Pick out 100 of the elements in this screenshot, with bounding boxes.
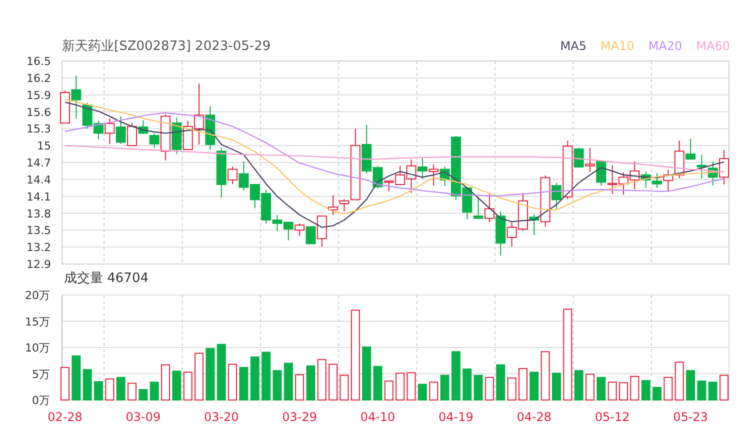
volume-bar bbox=[641, 380, 650, 400]
volume-bar bbox=[362, 346, 372, 400]
volume-bar bbox=[183, 372, 192, 400]
volume-bar bbox=[630, 376, 640, 400]
volume-bar bbox=[664, 376, 673, 400]
legend-label: MA60 bbox=[696, 39, 730, 53]
volume-bar bbox=[284, 362, 293, 400]
axis-label: 03-29 bbox=[282, 410, 317, 424]
axis-label: 15.6 bbox=[26, 106, 51, 119]
axis-label: 0万 bbox=[32, 394, 50, 407]
volume-bar bbox=[619, 382, 628, 400]
axis-label: 02-28 bbox=[48, 410, 82, 424]
candlestick bbox=[205, 106, 216, 150]
volume-bar bbox=[340, 374, 349, 400]
volume-bar bbox=[496, 364, 506, 400]
axis-label: 20万 bbox=[25, 289, 50, 302]
volume-bar bbox=[172, 370, 182, 400]
axis-label: 16.2 bbox=[26, 72, 51, 85]
axis-label: 15万 bbox=[25, 315, 50, 328]
volume-bar bbox=[552, 372, 561, 400]
volume-bar bbox=[128, 382, 137, 400]
volume-bar bbox=[82, 369, 92, 400]
axis-label: 12.9 bbox=[26, 258, 51, 270]
volume-bar bbox=[462, 368, 472, 400]
legend-label: MA10 bbox=[600, 39, 634, 53]
volume-bar bbox=[328, 364, 338, 400]
volume-bar bbox=[239, 366, 248, 400]
volume-bar bbox=[161, 364, 170, 400]
candlestick bbox=[585, 147, 595, 173]
axis-label: 15.9 bbox=[26, 88, 51, 102]
volume-bar bbox=[484, 376, 494, 400]
legend-label: MA5 bbox=[560, 39, 586, 53]
volume-bar bbox=[451, 351, 460, 400]
volume-bar bbox=[138, 389, 148, 400]
candlestick bbox=[428, 164, 439, 186]
legend-label: MA20 bbox=[648, 39, 682, 53]
volume-bar bbox=[250, 356, 260, 400]
volume-bar bbox=[216, 344, 226, 400]
volume-bar bbox=[429, 382, 438, 400]
axis-label: 15.3 bbox=[26, 122, 51, 136]
volume-bar bbox=[440, 374, 450, 400]
axis-label: 10万 bbox=[25, 342, 50, 354]
axis-label: 04-19 bbox=[438, 410, 474, 424]
axis-label: 13.2 bbox=[26, 241, 51, 254]
axis-label: 04-10 bbox=[360, 410, 396, 424]
volume-bar bbox=[608, 382, 617, 400]
candlestick bbox=[719, 150, 730, 185]
volume-bar bbox=[105, 378, 114, 400]
candlestick bbox=[696, 154, 707, 180]
volume-bar bbox=[418, 384, 427, 400]
chart-title: 新天药业[SZ002873] 2023-05-29 bbox=[62, 38, 271, 55]
candlestick bbox=[116, 116, 126, 144]
axis-label: 15 bbox=[37, 140, 51, 153]
volume-bar bbox=[384, 380, 394, 400]
candlestick bbox=[596, 160, 606, 186]
volume-bar bbox=[686, 370, 696, 400]
candlestick bbox=[294, 222, 305, 236]
volume-bar bbox=[540, 351, 550, 400]
axis-label: 03-20 bbox=[204, 410, 239, 424]
volume-bar bbox=[94, 381, 103, 400]
axis-label: 13.5 bbox=[26, 224, 51, 238]
volume-bar bbox=[518, 368, 528, 400]
volume-bar bbox=[116, 376, 126, 400]
volume-bar bbox=[652, 386, 662, 400]
volume-bar bbox=[272, 370, 282, 400]
axis-label: 04-28 bbox=[516, 410, 552, 424]
candlestick bbox=[60, 90, 70, 124]
axis-label: 05-23 bbox=[673, 410, 708, 424]
volume-bar bbox=[228, 364, 238, 400]
volume-bar bbox=[586, 374, 594, 400]
candlestick bbox=[250, 184, 260, 209]
volume-bar bbox=[60, 366, 70, 400]
volume-bar bbox=[295, 374, 304, 400]
volume-bar bbox=[206, 348, 215, 400]
candlestick bbox=[708, 160, 718, 186]
volume-bar bbox=[474, 374, 483, 400]
candlestick bbox=[283, 222, 294, 241]
volume-bar bbox=[317, 359, 326, 400]
candlestick bbox=[104, 118, 115, 144]
candlestick bbox=[607, 164, 618, 195]
volume-title: 成交量 46704 bbox=[63, 270, 150, 288]
volume-bar bbox=[708, 382, 718, 400]
axis-label: 14.1 bbox=[26, 190, 51, 204]
axis-label: 13.8 bbox=[26, 207, 51, 220]
volume-bar bbox=[574, 370, 584, 400]
volume-bar bbox=[697, 380, 706, 400]
axis-label: 05-12 bbox=[594, 410, 630, 424]
volume-bar bbox=[396, 372, 405, 400]
candlestick bbox=[618, 172, 628, 196]
volume-bar bbox=[194, 352, 204, 400]
axis-label: 16.5 bbox=[26, 56, 51, 68]
volume-bar bbox=[373, 366, 382, 400]
candlestick bbox=[172, 116, 182, 155]
volume-bar bbox=[720, 374, 729, 400]
volume-bar bbox=[72, 355, 81, 400]
volume-bar bbox=[150, 382, 159, 400]
volume-bar bbox=[507, 377, 516, 400]
axis-label: 5万 bbox=[32, 368, 50, 381]
volume-bar bbox=[674, 362, 684, 400]
volume-bar bbox=[530, 372, 539, 400]
